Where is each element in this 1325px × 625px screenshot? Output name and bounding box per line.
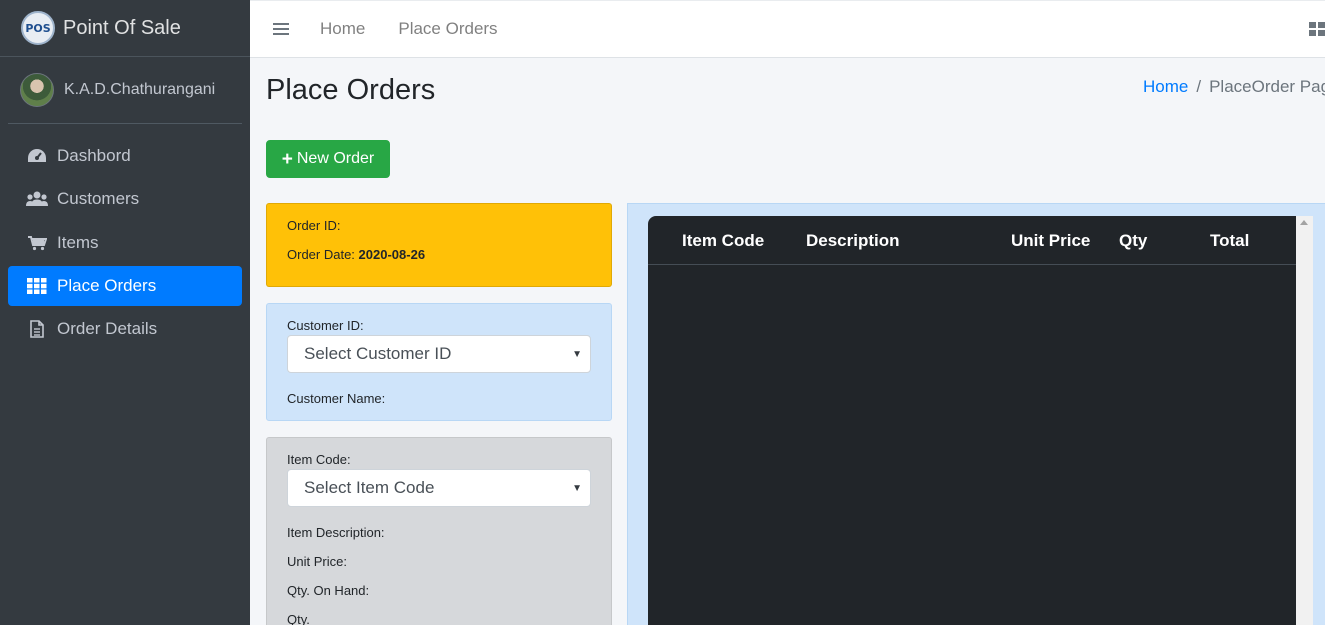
order-info-card: Order ID: Order Date: 2020-08-26 <box>266 203 612 287</box>
customer-id-label: Customer ID: <box>287 318 364 333</box>
menu-toggle-icon[interactable] <box>273 23 289 35</box>
breadcrumb-separator: / <box>1196 77 1202 96</box>
item-card: Item Code: Select Item Code ▼ Item Descr… <box>266 437 612 625</box>
item-code-select-value: Select Item Code <box>304 478 435 497</box>
column-header-item-code: Item Code <box>682 231 765 250</box>
chevron-down-icon: ▼ <box>572 483 582 494</box>
sidebar-item-dashboard[interactable]: Dashbord <box>8 136 242 176</box>
unit-price-label: Unit Price: <box>287 554 347 569</box>
order-items-table: Item Code Description Unit Price Qty Tot… <box>648 216 1296 625</box>
customer-name-label: Customer Name: <box>287 391 386 406</box>
top-link-home[interactable]: Home <box>320 19 365 39</box>
table-header-row: Item Code Description Unit Price Qty Tot… <box>648 216 1296 265</box>
page-title: Place Orders <box>266 74 436 106</box>
avatar <box>20 73 54 107</box>
sidebar-item-label: Order Details <box>57 319 158 339</box>
scroll-up-arrow-icon[interactable] <box>1300 220 1308 225</box>
column-header-total: Total <box>1210 231 1250 250</box>
item-code-label: Item Code: <box>287 452 351 467</box>
breadcrumb: Home / PlaceOrder Page <box>1143 77 1325 97</box>
new-order-label: New Order <box>296 150 375 167</box>
user-name: K.A.D.Chathurangani <box>64 81 216 98</box>
column-header-description: Description <box>806 231 900 250</box>
qty-label: Qty. <box>287 612 310 625</box>
sidebar-item-order-details[interactable]: Order Details <box>8 309 242 349</box>
sidebar-item-items[interactable]: Items <box>8 223 242 263</box>
grid-icon <box>26 277 48 295</box>
pos-logo: POS <box>21 11 55 45</box>
document-icon <box>26 320 48 338</box>
customer-id-select-value: Select Customer ID <box>304 344 452 363</box>
order-id-label: Order ID: <box>287 218 341 233</box>
cart-icon <box>26 234 48 252</box>
order-date-label: Order Date: <box>287 247 355 262</box>
order-date-row: Order Date: 2020-08-26 <box>287 247 425 262</box>
sidebar-item-label: Place Orders <box>57 275 157 295</box>
top-link-place-orders[interactable]: Place Orders <box>398 19 497 39</box>
user-panel[interactable]: K.A.D.Chathurangani <box>8 57 242 124</box>
sidebar-item-label: Items <box>57 232 99 252</box>
brand-title: Point Of Sale <box>63 16 181 39</box>
order-date-value: 2020-08-26 <box>358 247 426 262</box>
column-header-unit-price: Unit Price <box>1011 231 1091 250</box>
top-navbar: Home Place Orders <box>250 0 1325 58</box>
users-icon <box>26 190 48 208</box>
customer-card: Customer ID: Select Customer ID ▼ Custom… <box>266 303 612 421</box>
item-description-label: Item Description: <box>287 525 385 540</box>
new-order-button[interactable]: + New Order <box>266 140 390 178</box>
sidebar: POS Point Of Sale K.A.D.Chathurangani Da… <box>0 0 250 625</box>
brand-link[interactable]: POS Point Of Sale <box>0 0 250 57</box>
apps-grid-icon[interactable] <box>1309 22 1325 36</box>
sidebar-nav: Dashbord Customers Items Place Orders Or… <box>8 124 242 349</box>
sidebar-item-customers[interactable]: Customers <box>8 179 242 219</box>
column-header-qty: Qty <box>1119 231 1148 250</box>
qty-on-hand-label: Qty. On Hand: <box>287 583 370 598</box>
breadcrumb-current: PlaceOrder Page <box>1209 77 1325 96</box>
sidebar-item-place-orders[interactable]: Place Orders <box>8 265 242 306</box>
sidebar-item-label: Customers <box>57 189 140 209</box>
sidebar-item-label: Dashbord <box>57 146 131 165</box>
breadcrumb-home-link[interactable]: Home <box>1143 77 1188 96</box>
customer-id-select[interactable]: Select Customer ID ▼ <box>287 335 591 373</box>
chevron-down-icon: ▼ <box>572 349 582 360</box>
plus-icon: + <box>281 148 293 170</box>
item-code-select[interactable]: Select Item Code ▼ <box>287 469 591 507</box>
table-scrollbar[interactable] <box>1296 216 1313 625</box>
tachometer-icon <box>26 147 48 165</box>
